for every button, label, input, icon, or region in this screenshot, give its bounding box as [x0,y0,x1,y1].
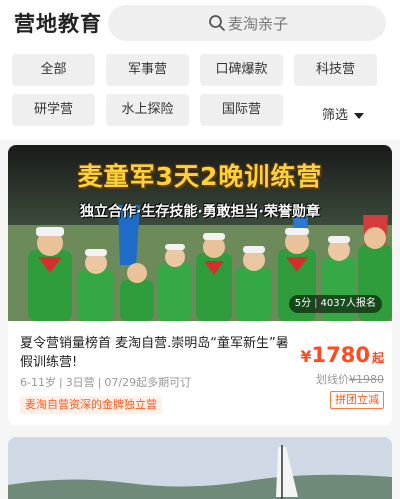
group-discount-badge[interactable]: 拼团立减 [330,391,384,409]
camp-duration: 3日营 [65,376,95,389]
original-price-label: 划线价 [316,373,349,386]
camp-tag: 麦淘自营资深的金牌独立营 [20,396,162,414]
price-currency: ¥ [300,347,312,366]
caret-down-icon [354,112,365,119]
enrolled-count: 4037人报名 [320,298,376,309]
enrollment-badge: 5分 | 4037人报名 [288,295,382,313]
camp-title[interactable]: 夏令营销量榜首 麦淘自营.崇明岛“童军新生”暑假训练营! [20,334,300,372]
camp-age: 6-11岁 [20,376,56,389]
filter-chip-international[interactable]: 国际营 [200,94,283,126]
banner-subtitle: 独立合作·生存技能·勇敢担当·荣誉勋章 [80,204,320,220]
search-placeholder: 麦淘亲子 [228,15,289,33]
filter-dropdown[interactable]: 筛选 [322,104,365,123]
search-icon [209,15,225,31]
rating-score: 5分 [294,298,312,309]
filter-chip-tech[interactable]: 科技营 [294,54,377,86]
filter-chip-all[interactable]: 全部 [12,54,95,86]
filter-chip-study[interactable]: 研学营 [12,94,95,126]
filter-panel: 全部 军事营 口碑爆款 科技营 研学营 水上探险 国际营 [0,48,400,140]
camp-banner-image: 麦童军3天2晚训练营 独立合作·生存技能·勇敢担当·荣誉勋章 5分 | 4037人报… [8,145,392,321]
banner-headline: 麦童军3天2晚训练营 [77,162,323,191]
filter-chip-water[interactable]: 水上探险 [106,94,189,126]
filter-dropdown-label: 筛选 [322,108,349,123]
original-price-value: ¥1980 [349,373,384,386]
app-header: 营地教育 麦淘亲子 [0,0,400,48]
camp-meta: 6-11岁 | 3日营 | 07/29起多期可订 [20,376,192,389]
filter-chip-popular[interactable]: 口碑爆款 [200,54,283,86]
search-bar[interactable]: 麦淘亲子 [108,5,386,41]
page-title: 营地教育 [14,12,102,36]
camp-photo-sailing [8,437,392,499]
original-price: 划线价¥1980 [316,371,384,387]
camp-dates: 07/29起多期可订 [104,376,192,389]
camp-price: ¥1780 起 [300,343,384,367]
price-unit: 起 [371,351,384,365]
camp-card[interactable]: 麦童军3天2晚训练营 独立合作·生存技能·勇敢担当·荣誉勋章 5分 | 4037人报… [8,145,392,425]
filter-chip-military[interactable]: 军事营 [106,54,189,86]
camp-card-next[interactable] [8,437,392,499]
price-value: 1780 [311,343,370,367]
